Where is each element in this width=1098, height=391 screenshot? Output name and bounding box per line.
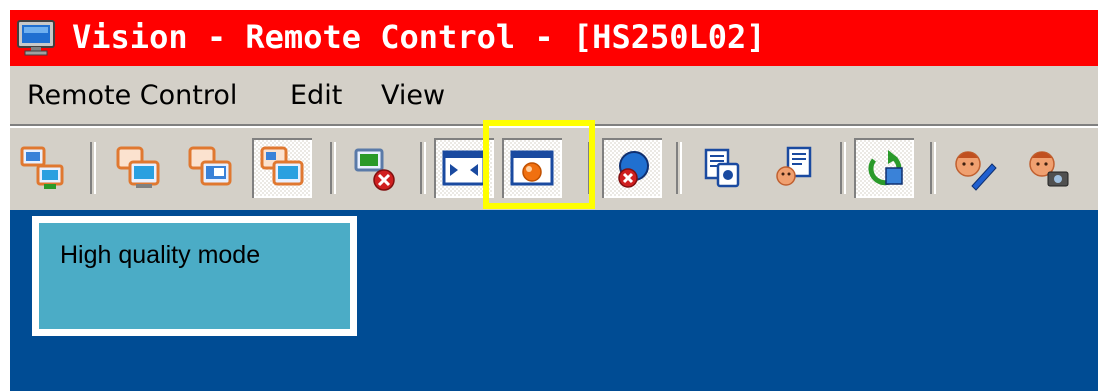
share-monitor-icon xyxy=(188,146,232,186)
tooltip: High quality mode xyxy=(32,216,357,336)
toolbar-separator xyxy=(676,142,682,194)
view-monitor-button[interactable] xyxy=(108,138,168,198)
share-monitor-button[interactable] xyxy=(180,138,240,198)
high-quality-mode-button[interactable] xyxy=(502,138,562,198)
annotate-icon xyxy=(955,151,997,191)
toolbar-separator xyxy=(420,142,426,194)
menu-view[interactable]: View xyxy=(381,80,445,112)
control-monitor-icon xyxy=(260,146,304,186)
clipboard-send-icon xyxy=(704,148,740,188)
clipboard-receive-icon xyxy=(776,146,812,186)
window-title: Vision - Remote Control - [HS250L02] xyxy=(72,18,766,56)
clipboard-receive-button[interactable] xyxy=(764,138,824,198)
menu-edit[interactable]: Edit xyxy=(290,80,342,112)
disconnect-monitor-icon xyxy=(354,148,395,191)
refresh-icon xyxy=(868,150,903,186)
refresh-button[interactable] xyxy=(854,138,914,198)
remote-screen-area[interactable]: High quality mode xyxy=(10,210,1098,391)
toolbar-separator xyxy=(930,142,936,194)
toolbar-separator xyxy=(330,142,336,194)
snapshot-icon xyxy=(1029,151,1069,187)
disconnect-monitor-button[interactable] xyxy=(344,138,404,198)
clipboard-send-button[interactable] xyxy=(692,138,752,198)
title-bar[interactable]: Vision - Remote Control - [HS250L02] xyxy=(10,10,1098,66)
toolbar-separator xyxy=(90,142,96,194)
toolbar-separator xyxy=(840,142,846,194)
blank-screen-button[interactable] xyxy=(602,138,662,198)
toolbar-separator xyxy=(588,142,594,194)
view-monitor-icon xyxy=(116,146,160,188)
blank-screen-icon xyxy=(618,151,649,188)
menu-bar: Remote Control Edit View xyxy=(10,66,1098,124)
connect-monitors-icon xyxy=(20,146,64,189)
monitor-icon xyxy=(17,20,55,56)
annotate-button[interactable] xyxy=(944,138,1004,198)
snapshot-button[interactable] xyxy=(1018,138,1078,198)
tooltip-text: High quality mode xyxy=(60,241,261,269)
scale-to-window-icon xyxy=(442,150,486,186)
menu-remote-control[interactable]: Remote Control xyxy=(27,80,237,112)
scale-to-window-button[interactable] xyxy=(434,138,494,198)
connect-monitors-button[interactable] xyxy=(12,138,72,198)
control-monitor-button[interactable] xyxy=(252,138,312,198)
high-quality-mode-icon xyxy=(510,150,554,186)
toolbar xyxy=(10,128,1098,210)
remote-control-window: Vision - Remote Control - [HS250L02] Rem… xyxy=(10,10,1098,391)
